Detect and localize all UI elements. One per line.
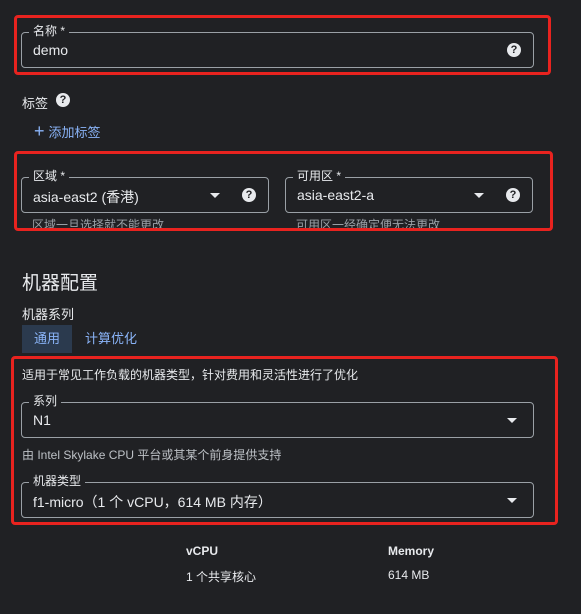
- highlight-box-machine: [11, 356, 558, 525]
- memory-header: Memory: [388, 544, 435, 558]
- vcpu-value: 1 个共享核心: [186, 570, 257, 584]
- machine-config-title: 机器配置: [22, 273, 99, 294]
- tab-compute-optimized-label: 计算优化: [84, 331, 137, 346]
- machine-series-title: 机器系列: [22, 307, 75, 322]
- help-icon[interactable]: ?: [56, 93, 70, 107]
- highlight-box-name: [14, 15, 551, 75]
- highlight-box-location: [14, 151, 553, 231]
- memory-value: 614 MB: [388, 568, 430, 582]
- plus-icon: +: [34, 121, 45, 141]
- vcpu-header: vCPU: [186, 544, 219, 558]
- add-label-button[interactable]: + 添加标签: [34, 121, 101, 141]
- tab-general-label: 通用: [33, 331, 60, 346]
- tab-compute-optimized[interactable]: 计算优化: [76, 325, 146, 353]
- tab-general[interactable]: 通用: [22, 325, 72, 353]
- add-label-text: 添加标签: [48, 124, 101, 140]
- labels-title: 标签: [22, 96, 49, 111]
